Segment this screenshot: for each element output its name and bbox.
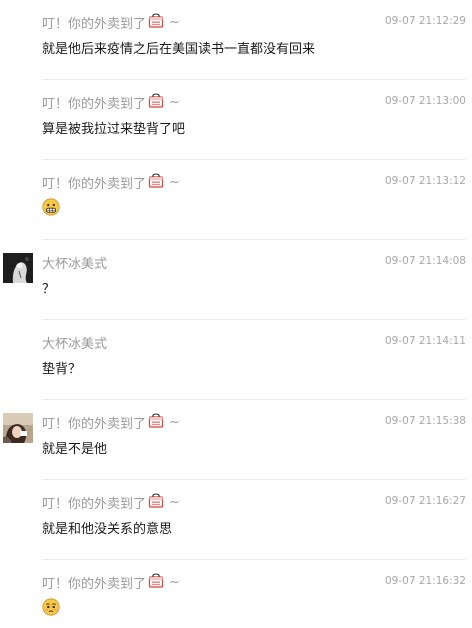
sender-name[interactable]: 叮！你的外卖到了 ~	[42, 92, 180, 112]
sender-name[interactable]: 叮！你的外卖到了 ~	[42, 412, 180, 432]
chat-message: 叮！你的外卖到了 ~ 09-07 21:16:27 就是和他没关系的意思	[0, 480, 472, 560]
message-text: 就是和他没关系的意思	[42, 522, 173, 537]
sender-name-suffix: ~	[169, 494, 180, 510]
chat-message: 叮！你的外卖到了 ~ 09-07 21:13:00 算是被我拉过来垫背了吧	[0, 80, 472, 160]
takeout-bag-icon	[148, 412, 164, 432]
sender-name-text: 叮！你的外卖到了	[42, 416, 147, 432]
sender-name-text: 大杯冰美式	[42, 336, 108, 352]
sender-name-suffix: ~	[169, 14, 180, 30]
avatar[interactable]	[3, 253, 33, 283]
takeout-bag-icon	[148, 172, 164, 192]
message-text: 就是不是他	[42, 442, 108, 457]
message-timestamp: 09-07 21:13:00	[384, 95, 466, 107]
message-text: ？	[42, 282, 56, 297]
takeout-bag-icon	[148, 12, 164, 32]
sender-name-suffix: ~	[169, 174, 180, 190]
message-timestamp: 09-07 21:12:29	[384, 15, 466, 27]
message-content	[42, 198, 60, 216]
chat-message: 大杯冰美式 09-07 21:14:08 ？	[0, 240, 472, 320]
sender-name-text: 叮！你的外卖到了	[42, 176, 147, 192]
chat-message: 叮！你的外卖到了 ~ 09-07 21:13:12	[0, 160, 472, 240]
sender-name[interactable]: 大杯冰美式	[42, 333, 108, 352]
chat-message: 叮！你的外卖到了 ~ 09-07 21:12:29 就是他后来疫情之后在美国读书…	[0, 0, 472, 80]
chat-message: 叮！你的外卖到了 ~ 09-07 21:16:32	[0, 560, 472, 628]
sender-name[interactable]: 叮！你的外卖到了 ~	[42, 12, 180, 32]
sender-name-suffix: ~	[169, 414, 180, 430]
message-timestamp: 09-07 21:16:32	[384, 575, 466, 587]
message-timestamp: 09-07 21:13:12	[384, 175, 466, 187]
sender-name[interactable]: 叮！你的外卖到了 ~	[42, 172, 180, 192]
sender-name-text: 大杯冰美式	[42, 256, 108, 272]
takeout-bag-icon	[148, 92, 164, 112]
message-timestamp: 09-07 21:14:08	[384, 255, 466, 267]
sender-name-text: 叮！你的外卖到了	[42, 96, 147, 112]
chat-message-list: 叮！你的外卖到了 ~ 09-07 21:12:29 就是他后来疫情之后在美国读书…	[0, 0, 472, 628]
sender-name[interactable]: 叮！你的外卖到了 ~	[42, 492, 180, 512]
message-text: 就是他后来疫情之后在美国读书一直都没有回来	[42, 42, 316, 57]
sender-name[interactable]: 大杯冰美式	[42, 253, 108, 272]
takeout-bag-icon	[148, 492, 164, 512]
avatar[interactable]	[3, 413, 33, 443]
sender-name-suffix: ~	[169, 574, 180, 590]
sender-name-text: 叮！你的外卖到了	[42, 16, 147, 32]
takeout-bag-icon	[148, 572, 164, 592]
message-text: 算是被我拉过来垫背了吧	[42, 122, 186, 137]
sender-name-text: 叮！你的外卖到了	[42, 496, 147, 512]
chat-message: 大杯冰美式 09-07 21:14:11 垫背？	[0, 320, 472, 400]
message-timestamp: 09-07 21:16:27	[384, 495, 466, 507]
message-content	[42, 598, 60, 616]
message-timestamp: 09-07 21:14:11	[384, 335, 466, 347]
message-text: 垫背？	[42, 362, 82, 377]
pleading-face-emoji-icon	[42, 598, 60, 616]
sender-name-text: 叮！你的外卖到了	[42, 576, 147, 592]
sender-name[interactable]: 叮！你的外卖到了 ~	[42, 572, 180, 592]
grimace-emoji-icon	[42, 198, 60, 216]
message-timestamp: 09-07 21:15:38	[384, 415, 466, 427]
sender-name-suffix: ~	[169, 94, 180, 110]
chat-message: 叮！你的外卖到了 ~ 09-07 21:15:38 就是不是他	[0, 400, 472, 480]
